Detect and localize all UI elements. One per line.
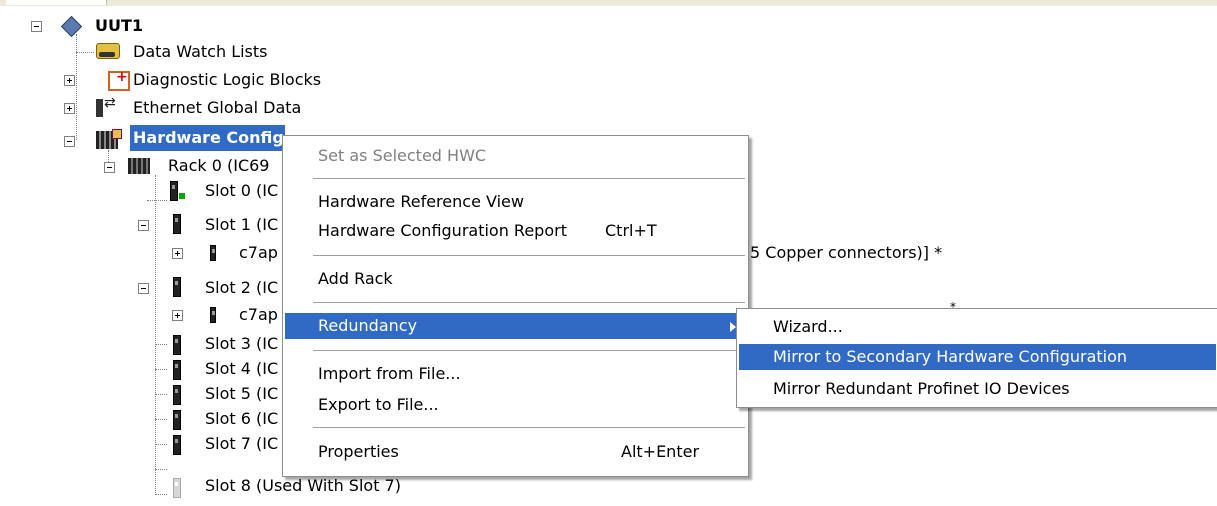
node-label: Slot 5 (IC [205,384,279,403]
context-menu: Set as Selected HWC Hardware Reference V… [282,135,749,477]
tree-line [76,52,94,53]
node-label: Diagnostic Logic Blocks [133,70,322,89]
expand-toggle[interactable] [64,103,75,114]
menu-item-add-rack[interactable]: Add Rack [285,266,746,292]
shortcut-label: Ctrl+T [605,221,657,240]
device-icon [210,307,216,323]
tree-line [155,444,167,445]
tree-line [155,175,156,495]
node-label-suffix: 5 Copper connectors)] * [750,243,943,262]
menu-item-label: Hardware Configuration Report [318,221,567,240]
menu-separator [313,178,745,179]
module-icon [173,410,181,430]
expand-toggle[interactable] [64,75,75,86]
tree-node-slot-3[interactable]: Slot 3 (IC [205,331,282,357]
tree-node-slot-5[interactable]: Slot 5 (IC [205,381,282,407]
node-label: Slot 4 (IC [205,359,279,378]
node-label: Slot 1 (IC [205,215,279,234]
menu-separator [313,350,745,351]
node-label: Slot 2 (IC [205,278,279,297]
menu-item-label: Import from File... [318,364,461,383]
menu-separator [313,427,745,428]
shortcut-label: Alt+Enter [621,442,700,461]
menu-item-label: Set as Selected HWC [318,146,487,165]
diagnostic-icon [108,69,130,91]
tree-line [147,200,167,201]
module-icon [173,277,181,297]
menu-item-properties[interactable]: Properties Alt+Enter [285,439,746,465]
tree-node-slot-1[interactable]: Slot 1 (IC [205,212,282,238]
node-label: Rack 0 (IC69 [168,156,270,175]
menu-item-label: Export to File... [318,395,439,414]
module-icon [173,335,181,355]
tree-node-c7ap[interactable]: c7ap [239,240,282,266]
module-icon [173,435,181,455]
node-label: Ethernet Global Data [133,98,302,117]
menu-separator [313,255,745,256]
node-label: Slot 6 (IC [205,409,279,428]
menu-item-set-as-selected-hwc[interactable]: Set as Selected HWC [285,143,746,169]
tree-node-slot-0[interactable]: Slot 0 (IC [205,178,282,204]
hardware-config-icon [96,129,122,149]
collapse-toggle[interactable] [138,283,149,294]
menu-item-hardware-configuration-report[interactable]: Hardware Configuration Report Ctrl+T [285,218,746,244]
tree-node-hardware-configuration[interactable]: Hardware Configuration [Primary]* [130,125,285,151]
module-icon [173,214,181,234]
tree-node-slot-7[interactable]: Slot 7 (IC [205,431,282,457]
menu-item-label: Redundancy [318,316,418,335]
node-label: Hardware Configuration [Primary]* [130,125,285,151]
redundancy-submenu: Wizard... Mirror to Secondary Hardware C… [736,308,1217,408]
submenu-item-wizard[interactable]: Wizard... [739,314,1216,340]
node-label: Slot 0 (IC [205,181,279,200]
menu-item-label: Wizard... [773,317,843,336]
node-label: Slot 3 (IC [205,334,279,353]
collapse-toggle[interactable] [64,136,75,147]
tree-node-rack-0[interactable]: Rack 0 (IC69 [168,153,282,179]
ethernet-icon [96,95,116,117]
submenu-item-mirror-redundant-profinet[interactable]: Mirror Redundant Profinet IO Devices [739,376,1216,402]
power-supply-icon [170,181,185,201]
module-icon [173,385,181,405]
menu-item-hardware-reference-view[interactable]: Hardware Reference View [285,189,746,215]
menu-item-label: Properties [318,442,399,461]
tree-line [76,34,77,140]
node-label: UUT1 [95,16,144,35]
node-label: Data Watch Lists [133,42,268,61]
tree-node-c7ap[interactable]: c7ap [239,302,282,328]
submenu-item-mirror-to-secondary[interactable]: Mirror to Secondary Hardware Configurati… [739,344,1216,370]
node-label: Slot 7 (IC [205,434,279,453]
menu-item-redundancy[interactable]: Redundancy [285,313,746,339]
menu-item-label: Mirror Redundant Profinet IO Devices [773,379,1070,398]
menu-item-label: Mirror to Secondary Hardware Configurati… [773,347,1128,366]
rack-icon [128,158,150,174]
device-icon [210,245,216,261]
tree-node-slot-6[interactable]: Slot 6 (IC [205,406,282,432]
tree-line [155,344,167,345]
menu-separator [313,302,745,303]
collapse-toggle[interactable] [138,220,149,231]
module-icon [173,360,181,380]
node-label: c7ap [239,243,278,262]
menu-item-label: Add Rack [318,269,393,288]
tree-line [155,394,167,395]
menu-item-export-to-file[interactable]: Export to File... [285,392,746,418]
collapse-toggle[interactable] [104,162,115,173]
node-label: c7ap [239,305,278,324]
expand-toggle[interactable] [172,310,183,321]
tree-line [155,369,167,370]
tree-node-slot-4[interactable]: Slot 4 (IC [205,356,282,382]
tree-line [155,419,167,420]
menu-item-label: Hardware Reference View [318,192,524,211]
data-watch-icon [96,43,120,59]
expand-toggle[interactable] [172,248,183,259]
tree-line [155,494,167,495]
empty-slot-icon [173,478,181,498]
tree-node-slot-2[interactable]: Slot 2 (IC [205,275,282,301]
tree-line [155,469,167,470]
menu-item-import-from-file[interactable]: Import from File... [285,361,746,387]
collapse-toggle[interactable] [31,21,42,32]
target-icon [60,15,83,38]
